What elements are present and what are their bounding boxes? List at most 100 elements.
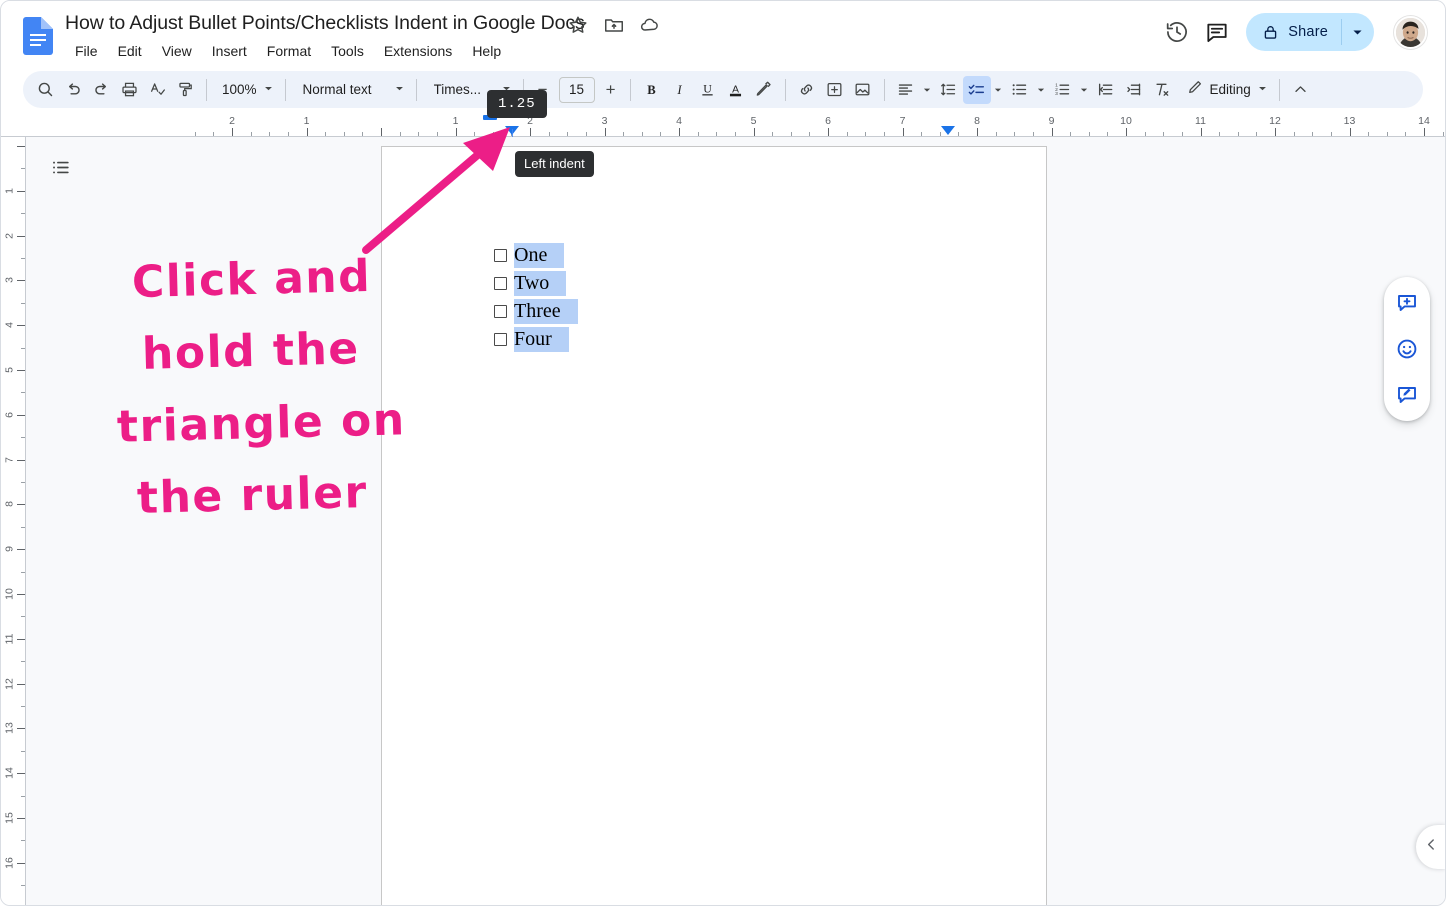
checklist-chevron-down-icon[interactable]: [991, 76, 1006, 104]
paragraph-style-control[interactable]: Normal text: [293, 76, 409, 104]
zoom-level-value: 100%: [222, 82, 257, 97]
add-comment-icon[interactable]: [821, 76, 849, 104]
right-indent-triangle[interactable]: [941, 126, 955, 135]
font-size-input[interactable]: 15: [558, 76, 595, 103]
ruler-tick-label: 12: [3, 677, 16, 690]
ruler-tick-label: 1: [303, 115, 310, 127]
italic-button[interactable]: I: [666, 76, 694, 104]
highlight-color-icon[interactable]: [750, 76, 778, 104]
list-item[interactable]: Two: [494, 271, 578, 299]
menu-item-tools[interactable]: Tools: [321, 39, 374, 63]
checklist-icon[interactable]: [962, 75, 991, 104]
bulleted-list-icon[interactable]: [1006, 76, 1034, 104]
ruler-tick-label: 7: [3, 456, 16, 463]
text-color-button[interactable]: A: [722, 76, 750, 104]
toolbar-divider: [206, 78, 207, 101]
lock-icon: [1262, 24, 1279, 41]
vertical-ruler[interactable]: 1 2 3 4 5 6 7 8 9 10 11 12 13 14 15 16: [1, 137, 26, 905]
menu-item-view[interactable]: View: [152, 39, 202, 63]
document-title[interactable]: How to Adjust Bullet Points/Checklists I…: [65, 9, 585, 37]
increase-font-size-button[interactable]: +: [599, 78, 623, 102]
numbered-list-chevron-down-icon[interactable]: [1077, 76, 1092, 104]
menu-item-insert[interactable]: Insert: [202, 39, 257, 63]
checkbox-unchecked-icon[interactable]: [494, 249, 507, 262]
bulleted-list-control: [1006, 76, 1049, 104]
paragraph-style-value: Normal text: [302, 82, 372, 97]
user-avatar[interactable]: [1394, 15, 1427, 49]
menu-item-file[interactable]: File: [65, 39, 108, 63]
decrease-indent-icon[interactable]: [1092, 76, 1120, 104]
zoom-level-control[interactable]: 100%: [214, 76, 278, 104]
search-icon[interactable]: [31, 76, 59, 104]
share-button[interactable]: Share: [1246, 13, 1374, 51]
ruler-tick-label: 11: [3, 633, 16, 645]
cloud-saved-icon[interactable]: [639, 14, 661, 36]
checklist-control: [962, 75, 1006, 104]
chevron-down-icon: [263, 81, 274, 99]
print-icon[interactable]: [115, 76, 143, 104]
collapse-sidebar-button[interactable]: [1416, 825, 1445, 869]
editing-mode-label: Editing: [1209, 82, 1251, 97]
align-left-icon[interactable]: [892, 76, 920, 104]
insert-link-icon[interactable]: [793, 76, 821, 104]
bulleted-list-chevron-down-icon[interactable]: [1034, 76, 1049, 104]
titlebar: How to Adjust Bullet Points/Checklists I…: [1, 1, 1445, 69]
ruler-tick-label: 11: [1195, 115, 1206, 127]
toolbar-divider: [284, 78, 286, 101]
checklist: One Two Three Four: [494, 243, 578, 355]
align-control: [892, 76, 935, 104]
svg-text:3: 3: [1055, 91, 1058, 97]
star-icon[interactable]: [567, 14, 589, 36]
spelling-grammar-check-icon[interactable]: [143, 76, 171, 104]
version-history-icon[interactable]: [1164, 19, 1190, 45]
horizontal-ruler[interactable]: 2 1 1 2 3 4 5 6 7 8 9 10 11 12 13 14: [1, 114, 1445, 137]
ruler-tick-label: 14: [1418, 115, 1430, 127]
list-item[interactable]: One: [494, 243, 578, 271]
align-chevron-down-icon[interactable]: [920, 76, 935, 104]
add-comment-icon[interactable]: [1390, 286, 1424, 320]
list-item[interactable]: Four: [494, 327, 578, 355]
redo-icon[interactable]: [87, 76, 115, 104]
ruler-tick-label: 1: [3, 187, 16, 194]
list-item-label: Two: [514, 271, 567, 296]
line-spacing-icon[interactable]: [935, 76, 963, 104]
chevron-down-icon: [394, 81, 405, 99]
menu-item-extensions[interactable]: Extensions: [374, 39, 462, 63]
checkbox-unchecked-icon[interactable]: [494, 305, 507, 318]
suggest-edit-icon[interactable]: [1390, 378, 1424, 412]
move-to-folder-icon[interactable]: [603, 14, 625, 36]
menu-item-edit[interactable]: Edit: [108, 39, 152, 63]
ruler-tick-label: 3: [3, 277, 16, 284]
insert-image-icon[interactable]: [849, 76, 877, 104]
checkbox-unchecked-icon[interactable]: [494, 277, 507, 290]
ruler-tick-label: 7: [899, 115, 906, 127]
add-emoji-reaction-icon[interactable]: [1390, 332, 1424, 366]
ruler-tick-label: 9: [1048, 115, 1055, 127]
google-docs-file-icon[interactable]: [23, 17, 53, 55]
open-comment-history-icon[interactable]: [1204, 19, 1230, 45]
ruler-tick-label: 6: [3, 411, 16, 418]
document-outline-icon[interactable]: [44, 151, 76, 183]
checkbox-unchecked-icon[interactable]: [494, 333, 507, 346]
numbered-list-icon[interactable]: 1 2 3: [1049, 76, 1077, 104]
editing-mode-chevron-down-icon: [1257, 81, 1268, 99]
toolbar-divider: [629, 78, 631, 101]
svg-text:A: A: [732, 84, 739, 95]
increase-indent-icon[interactable]: [1120, 76, 1148, 104]
hide-toolbar-chevron-up-icon[interactable]: [1287, 76, 1315, 104]
left-indent-tooltip: Left indent: [515, 151, 594, 177]
ruler-tick-label: 14: [3, 767, 16, 780]
menu-item-help[interactable]: Help: [462, 39, 511, 63]
editing-mode-control[interactable]: Editing: [1180, 76, 1272, 104]
clear-formatting-icon[interactable]: [1148, 76, 1176, 104]
undo-icon[interactable]: [59, 76, 87, 104]
paint-format-icon[interactable]: [171, 76, 199, 104]
menu-item-format[interactable]: Format: [257, 39, 321, 63]
share-dropdown-chevron-down-icon[interactable]: [1342, 26, 1372, 39]
toolbar-divider: [1278, 78, 1280, 101]
document-page[interactable]: One Two Three Four: [381, 146, 1047, 905]
underline-button[interactable]: U: [694, 76, 722, 104]
bold-button[interactable]: B: [638, 76, 666, 104]
titlebar-right-cluster: Share: [1164, 13, 1427, 51]
list-item[interactable]: Three: [494, 299, 578, 327]
